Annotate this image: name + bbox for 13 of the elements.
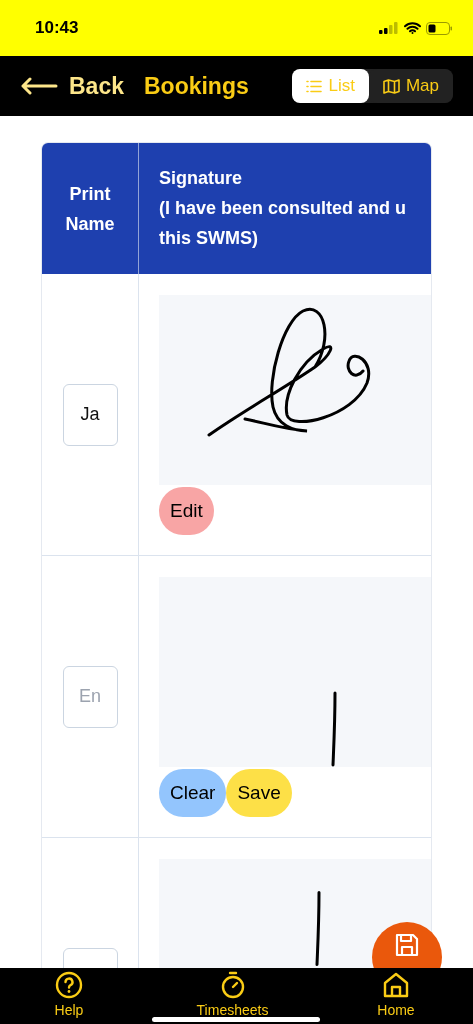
name-field[interactable]: En	[62, 665, 118, 728]
name-field[interactable]: Ja	[62, 383, 118, 446]
status-time: 10:43	[35, 18, 79, 38]
column-header: Print Name	[42, 143, 139, 274]
back-button[interactable]: Back	[20, 72, 124, 100]
column-header: Signature (I have been consulted and u this SWMS)	[158, 167, 408, 250]
save-button[interactable]: Save	[226, 769, 292, 817]
nav-tab[interactable]: Help	[12, 968, 126, 1024]
page-title: Bookings	[144, 72, 249, 100]
clear-button[interactable]: Clear	[159, 769, 227, 817]
nav-tab[interactable]: Home	[339, 968, 453, 1024]
nav-tab[interactable]: Timesheets	[175, 968, 290, 1024]
edit-button[interactable]: Edit	[159, 487, 214, 535]
